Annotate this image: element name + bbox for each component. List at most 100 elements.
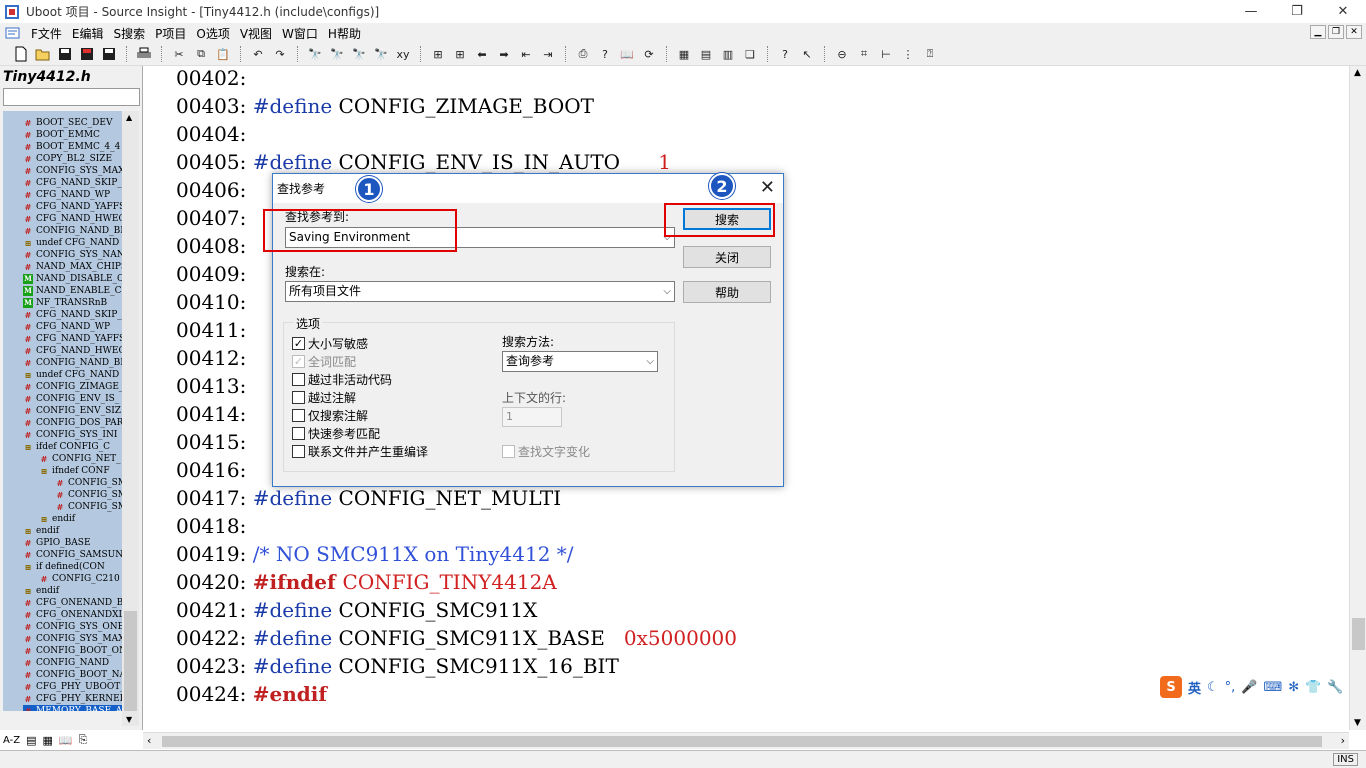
- print-icon[interactable]: [135, 45, 153, 63]
- chevron-down-icon[interactable]: ⌵: [646, 352, 654, 371]
- code-line[interactable]: 00422: #define CONFIG_SMC911X_BASE 0x500…: [176, 624, 737, 652]
- symbol-list-item[interactable]: # CFG_NAND_YAFFS: [23, 201, 122, 213]
- find-in-files-icon[interactable]: 🔭: [372, 45, 390, 63]
- dialog-close-icon[interactable]: ✕: [760, 177, 775, 198]
- find-next-icon[interactable]: 🔭: [350, 45, 368, 63]
- symbol-list-item[interactable]: # NAND_MAX_CHIPS: [23, 261, 122, 273]
- code-line[interactable]: 00412:: [176, 344, 253, 372]
- symbol-list-scrollbar[interactable]: ▲ ▼: [122, 111, 139, 726]
- code-line[interactable]: 00419: /* NO SMC911X on Tiny4412 */: [176, 540, 574, 568]
- symbol-list-item[interactable]: # CONFIG_NAND_BL: [23, 357, 122, 369]
- scroll-thumb[interactable]: [124, 611, 137, 711]
- menu-search[interactable]: S搜索: [109, 25, 151, 42]
- code-line[interactable]: 00418:: [176, 512, 253, 540]
- save-icon[interactable]: [56, 45, 74, 63]
- editor-hscroll-thumb[interactable]: [162, 736, 1322, 747]
- symbol-list-item[interactable]: # COPY_BL2_SIZE: [23, 153, 112, 165]
- paste-icon[interactable]: 📋: [214, 45, 232, 63]
- relation-icon[interactable]: ⟳: [640, 45, 658, 63]
- symbol-list-item[interactable]: # CONFIG_SM: [55, 477, 122, 489]
- editor-scroll-thumb[interactable]: [1352, 618, 1365, 650]
- symbol-list-item[interactable]: # CONFIG_SYS_INI: [23, 429, 118, 441]
- symbol-list-item[interactable]: # CONFIG_ZIMAGE_: [23, 381, 122, 393]
- option-checkbox[interactable]: 仅搜索注解: [292, 407, 368, 424]
- symbol-list-item[interactable]: # GPIO_BASE: [23, 537, 91, 549]
- replace-icon[interactable]: xy: [394, 45, 412, 63]
- symbol-list-item[interactable]: ⊞ undef CFG_NAND: [23, 369, 120, 381]
- tree-icon[interactable]: ⊢: [877, 45, 895, 63]
- symbol-list-item[interactable]: ⊞ endif: [23, 585, 59, 597]
- code-line[interactable]: 00407:: [176, 204, 253, 232]
- symbol-list-item[interactable]: ⊞ if defined(CON: [23, 561, 105, 573]
- symbol-info-icon[interactable]: ⎙: [574, 45, 592, 63]
- sort-az-icon[interactable]: A-Z: [3, 735, 20, 746]
- close-button[interactable]: 关闭: [683, 246, 771, 268]
- menu-project[interactable]: P项目: [150, 25, 191, 42]
- code-line[interactable]: 00420: #ifndef CONFIG_TINY4412A: [176, 568, 557, 596]
- chevron-down-icon[interactable]: ⌵: [663, 282, 671, 301]
- punctuation-icon[interactable]: °,: [1225, 680, 1236, 695]
- scroll-down-icon[interactable]: ▼: [126, 715, 132, 724]
- symbol-list-item[interactable]: # BOOT_EMMC_4_4: [23, 141, 121, 153]
- find-text-change-checkbox[interactable]: 查找文字变化: [502, 443, 590, 460]
- keyboard-icon[interactable]: ⌨: [1264, 680, 1283, 695]
- document-menu-icon[interactable]: [0, 27, 26, 39]
- code-line[interactable]: 00403: #define CONFIG_ZIMAGE_BOOT: [176, 92, 594, 120]
- shirt-icon[interactable]: 👕: [1305, 680, 1321, 695]
- close-window-button[interactable]: ✕: [1320, 0, 1366, 23]
- symbol-list-item[interactable]: ⊞ ifndef CONF: [39, 465, 110, 477]
- jump-forward-icon[interactable]: ⇥: [539, 45, 557, 63]
- restore-button[interactable]: ❐: [1274, 0, 1320, 23]
- scroll-up-icon[interactable]: ▲: [126, 113, 132, 122]
- symbol-filter-input[interactable]: [3, 88, 140, 106]
- symbol-list-item[interactable]: # CONFIG_SM: [55, 489, 122, 501]
- code-line[interactable]: 00404:: [176, 120, 253, 148]
- symbol-list-item[interactable]: # CONFIG_NAND: [23, 657, 109, 669]
- code-line[interactable]: 00409:: [176, 260, 253, 288]
- scroll-right-icon[interactable]: ›: [1341, 734, 1345, 747]
- symbol-list-item[interactable]: ⊞ endif: [39, 513, 75, 525]
- find-prev-icon[interactable]: 🔭: [328, 45, 346, 63]
- wrench-icon[interactable]: 🔧: [1327, 680, 1343, 695]
- menu-file[interactable]: F文件: [26, 25, 67, 42]
- menu-view[interactable]: V视图: [235, 25, 277, 42]
- symbol-list-item[interactable]: # CFG_NAND_WP: [23, 321, 110, 333]
- option-checkbox[interactable]: 越过注解: [292, 389, 356, 406]
- code-line[interactable]: 00405: #define CONFIG_ENV_IS_IN_AUTO 1: [176, 148, 671, 176]
- symbol-list-item[interactable]: # BOOT_SEC_DEV: [23, 117, 113, 129]
- symbol-list-item[interactable]: # CFG_NAND_HWECC: [23, 213, 122, 225]
- symbol-list-item[interactable]: # CONFIG_C210: [39, 573, 120, 585]
- scroll-down-icon[interactable]: ▼: [1354, 718, 1361, 728]
- symbol-list-item[interactable]: # BOOT_EMMC: [23, 129, 100, 141]
- menu-edit[interactable]: E编辑: [67, 25, 109, 42]
- help-context-icon[interactable]: ?: [776, 45, 794, 63]
- microphone-icon[interactable]: 🎤: [1241, 680, 1257, 695]
- panel-icon[interactable]: ▤: [697, 45, 715, 63]
- book-icon[interactable]: 📖: [618, 45, 636, 63]
- find-icon[interactable]: 🔭: [306, 45, 324, 63]
- cut-icon[interactable]: ✂: [170, 45, 188, 63]
- scroll-left-icon[interactable]: ‹: [147, 734, 151, 747]
- symbol-list-item[interactable]: # CONFIG_SAMSUNG: [23, 549, 122, 561]
- option-checkbox[interactable]: 快速参考匹配: [292, 425, 380, 442]
- symbol-list-item[interactable]: # CFG_NAND_SKIP_: [23, 177, 122, 189]
- close-file-icon[interactable]: [100, 45, 118, 63]
- symbol-list-item[interactable]: # CONFIG_SYS_MAX: [23, 165, 122, 177]
- forward-arrow-icon[interactable]: ➡: [495, 45, 513, 63]
- symbol-list-item[interactable]: # CONFIG_SYS_NAN: [23, 249, 122, 261]
- code-line[interactable]: 00423: #define CONFIG_SMC911X_16_BIT: [176, 652, 619, 680]
- editor-horizontal-scrollbar[interactable]: ‹ ›: [143, 732, 1349, 749]
- menu-help[interactable]: H帮助: [323, 25, 366, 42]
- about-icon[interactable]: ⍰: [921, 45, 939, 63]
- symbol-list-item[interactable]: # CONFIG_SM: [55, 501, 122, 513]
- window-icon[interactable]: ❏: [741, 45, 759, 63]
- symbol-list-item[interactable]: # CFG_PHY_KERNEL: [23, 693, 122, 705]
- menu-window[interactable]: W窗口: [277, 25, 323, 42]
- code-line[interactable]: 00413:: [176, 372, 253, 400]
- copy-icon[interactable]: ⧉: [192, 45, 210, 63]
- symbol-list-item[interactable]: # CFG_ONENAND_BA: [23, 597, 122, 609]
- symbol-types-icon[interactable]: ▦: [43, 734, 53, 747]
- symbol-list-item[interactable]: # CONFIG_BOOT_ON: [23, 645, 122, 657]
- symbol-list-item[interactable]: # CONFIG_NAND_BL: [23, 225, 122, 237]
- symbol-list-item[interactable]: # MEMORY_BASE_AD: [23, 705, 122, 711]
